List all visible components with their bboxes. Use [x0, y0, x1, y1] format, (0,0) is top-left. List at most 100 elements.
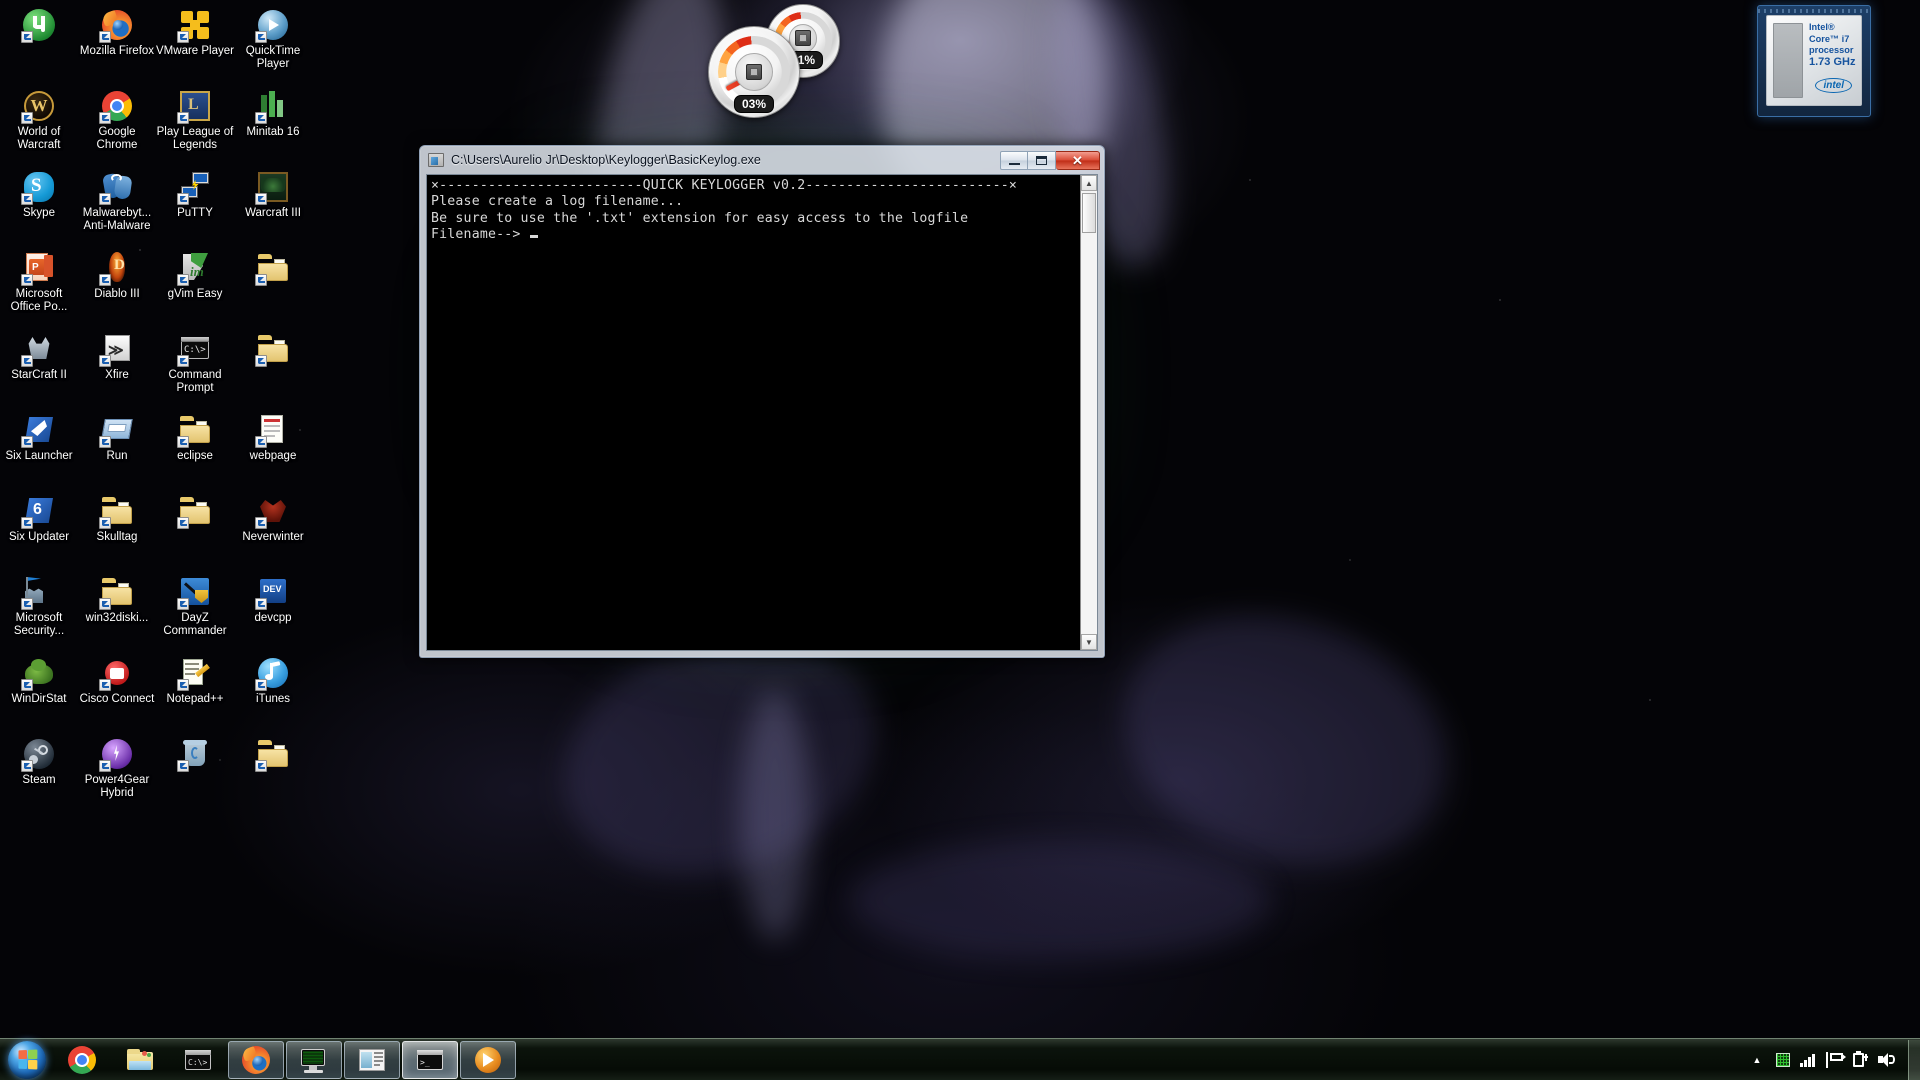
network-signal-icon: [1800, 1052, 1818, 1068]
console-text[interactable]: ×-------------------------QUICK KEYLOGGE…: [427, 175, 1080, 650]
tray-show-hidden-icons[interactable]: ▲: [1744, 1042, 1770, 1078]
tray-action-center-flag[interactable]: [1822, 1042, 1848, 1078]
tray-network-signal[interactable]: [1796, 1042, 1822, 1078]
desktop-icon-quicktime-player[interactable]: QuickTime Player: [234, 4, 312, 85]
window-title-bar[interactable]: C:\Users\Aurelio Jr\Desktop\Keylogger\Ba…: [423, 149, 1101, 171]
desktop-icon-malwarebyt-anti-malware[interactable]: Malwarebyt... Anti-Malware: [78, 166, 156, 247]
desktop-icon-label: Run: [106, 450, 128, 462]
desktop[interactable]: Mozilla Firefox VMware Player QuickTime Pl…: [0, 0, 1920, 1080]
tray-volume[interactable]: [1874, 1042, 1900, 1078]
intel-line-model: Core™ i7: [1809, 33, 1850, 44]
desktop-icon-windirstat[interactable]: WinDirStat: [0, 652, 78, 733]
shortcut-overlay-icon: [99, 274, 111, 286]
desktop-icon-microsoft-office-po[interactable]: P Microsoft Office Po...: [0, 247, 78, 328]
taskbar[interactable]: C:\> >_ ▲: [0, 1038, 1920, 1080]
taskbar-button-basickeylog-console[interactable]: >_: [402, 1040, 458, 1079]
taskbar-button-mozilla-firefox[interactable]: [228, 1040, 284, 1079]
maximize-button[interactable]: [1028, 150, 1056, 170]
desktop-icon-warcraft-iii[interactable]: Warcraft III: [234, 166, 312, 247]
shortcut-overlay-icon: [255, 679, 267, 691]
close-icon: ✕: [1072, 152, 1083, 168]
folder-icon: [99, 494, 134, 529]
desktop-icon-six-launcher[interactable]: Six Launcher: [0, 409, 78, 490]
desktop-icon-dayz-commander[interactable]: DayZ Commander: [156, 571, 234, 652]
desktop-icon-power4gear-hybrid[interactable]: Power4Gear Hybrid: [78, 733, 156, 814]
folder-icon: [255, 737, 290, 772]
shortcut-overlay-icon: [177, 112, 189, 124]
taskbar-button-windows-explorer[interactable]: [112, 1041, 168, 1079]
desktop-icon-label: WinDirStat: [11, 693, 67, 705]
cpu-gauge-hub: [735, 53, 773, 91]
desktop-icon-run[interactable]: Run: [78, 409, 156, 490]
desktop-icon-mozilla-firefox[interactable]: Mozilla Firefox: [78, 4, 156, 85]
desktop-icon-skype[interactable]: S Skype: [0, 166, 78, 247]
scrollbar-track[interactable]: [1081, 191, 1097, 634]
desktop-icon-skulltag[interactable]: Skulltag: [78, 490, 156, 571]
taskbar-button-command-prompt[interactable]: C:\>: [170, 1041, 226, 1079]
desktop-icon[interactable]: [0, 4, 78, 85]
desktop-icon-webpage[interactable]: webpage: [234, 409, 312, 490]
close-button[interactable]: ✕: [1056, 150, 1100, 170]
desktop-icon-label: Mozilla Firefox: [79, 45, 155, 57]
show-desktop-button[interactable]: [1908, 1039, 1920, 1080]
taskbar-button-media-player[interactable]: [460, 1040, 516, 1079]
recycle-icon: [177, 737, 212, 772]
shortcut-overlay-icon: [21, 274, 33, 286]
console-scrollbar[interactable]: ▲ ▼: [1080, 175, 1097, 650]
dayz-commander-icon: [177, 575, 212, 610]
desktop-icon-minitab-16[interactable]: Minitab 16: [234, 85, 312, 166]
desktop-icon-label: Malwarebyt... Anti-Malware: [82, 207, 152, 232]
taskbar-button-system-monitor[interactable]: [286, 1040, 342, 1079]
desktop-icon-play-league-of-legends[interactable]: L Play League of Legends: [156, 85, 234, 166]
devcpp-icon: DEV: [255, 575, 290, 610]
minimize-button[interactable]: [1000, 150, 1028, 170]
scrollbar-thumb[interactable]: [1082, 193, 1096, 233]
powerpoint-icon: P: [21, 251, 56, 286]
desktop-icon[interactable]: [234, 247, 312, 328]
desktop-icon-label: Microsoft Security...: [13, 612, 65, 637]
desktop-icon-world-of-warcraft[interactable]: W World of Warcraft: [0, 85, 78, 166]
desktop-icon[interactable]: [234, 733, 312, 814]
console-output-area[interactable]: ×-------------------------QUICK KEYLOGGE…: [426, 174, 1098, 651]
tray-battery-charging[interactable]: [1848, 1042, 1874, 1078]
taskbar-button-document-window[interactable]: [344, 1040, 400, 1079]
desktop-icon-notepad[interactable]: Notepad++: [156, 652, 234, 733]
desktop-icon-six-updater[interactable]: 6 Six Updater: [0, 490, 78, 571]
start-button[interactable]: [1, 1040, 53, 1080]
desktop-icon-itunes[interactable]: iTunes: [234, 652, 312, 733]
desktop-icon[interactable]: [156, 733, 234, 814]
desktop-icon-xfire[interactable]: ≫ Xfire: [78, 328, 156, 409]
desktop-icon-putty[interactable]: PuTTY: [156, 166, 234, 247]
window-title: C:\Users\Aurelio Jr\Desktop\Keylogger\Ba…: [451, 153, 761, 167]
desktop-icon-eclipse[interactable]: eclipse: [156, 409, 234, 490]
power4gear-icon: [99, 737, 134, 772]
vmware-player-icon: [177, 8, 212, 43]
volume-icon: [1878, 1052, 1896, 1068]
desktop-icon-label: devcpp: [254, 612, 292, 624]
shortcut-overlay-icon: [177, 679, 189, 691]
scroll-down-arrow[interactable]: ▼: [1081, 634, 1097, 650]
desktop-icon-microsoft-security[interactable]: Microsoft Security...: [0, 571, 78, 652]
desktop-icon-google-chrome[interactable]: Google Chrome: [78, 85, 156, 166]
tray-network-activity[interactable]: [1770, 1042, 1796, 1078]
cpu-gauge[interactable]: 03%: [708, 26, 800, 118]
desktop-icon-vmware-player[interactable]: VMware Player: [156, 4, 234, 85]
desktop-icon-cisco-connect[interactable]: Cisco Connect: [78, 652, 156, 733]
desktop-icon[interactable]: [234, 328, 312, 409]
cpu-ram-meter-gadget[interactable]: 31% 03%: [700, 2, 845, 120]
desktop-icon[interactable]: [156, 490, 234, 571]
malwarebytes-icon: [99, 170, 134, 205]
desktop-icon-gvim-easy[interactable]: im gVim Easy: [156, 247, 234, 328]
shortcut-overlay-icon: [99, 436, 111, 448]
console-window[interactable]: C:\Users\Aurelio Jr\Desktop\Keylogger\Ba…: [419, 145, 1105, 658]
desktop-icon-neverwinter[interactable]: Neverwinter: [234, 490, 312, 571]
desktop-icon-diablo-iii[interactable]: D Diablo III: [78, 247, 156, 328]
desktop-icon-devcpp[interactable]: DEV devcpp: [234, 571, 312, 652]
memory-chip-icon: [794, 30, 811, 47]
taskbar-button-google-chrome[interactable]: [54, 1041, 110, 1079]
desktop-icon-starcraft-ii[interactable]: StarCraft II: [0, 328, 78, 409]
scroll-up-arrow[interactable]: ▲: [1081, 175, 1097, 191]
desktop-icon-steam[interactable]: Steam: [0, 733, 78, 814]
desktop-icon-win32diski[interactable]: win32diski...: [78, 571, 156, 652]
desktop-icon-command-prompt[interactable]: C:\> Command Prompt: [156, 328, 234, 409]
